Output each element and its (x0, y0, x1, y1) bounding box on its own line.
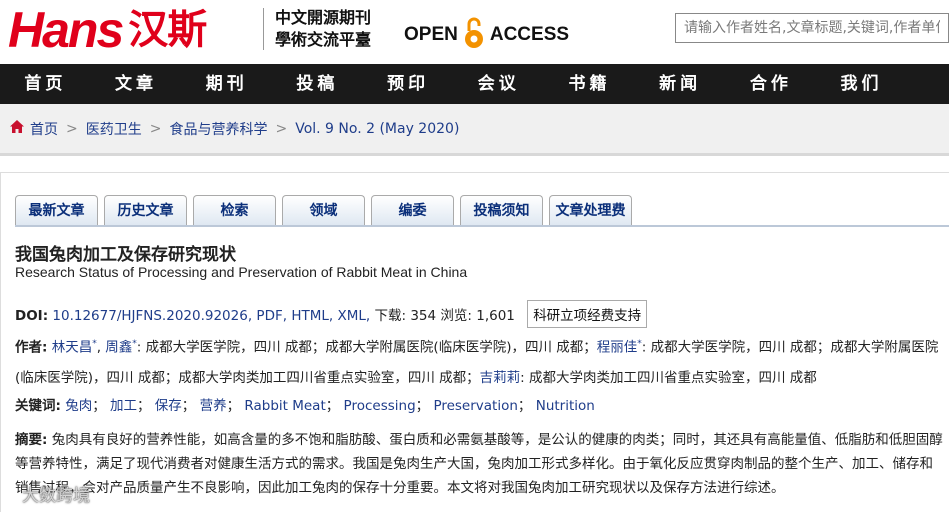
breadcrumb-medicine[interactable]: 医药卫生 (86, 119, 142, 139)
hans-logo[interactable]: Hans 汉斯 (8, 2, 207, 58)
nav-conference[interactable]: 会议 (453, 64, 544, 104)
keyword-link[interactable]: 保存 (155, 398, 182, 414)
access-label: ACCESS (489, 24, 570, 45)
doi-row: DOI: 10.12677/HJFNS.2020.92026, PDF, HTM… (15, 300, 648, 328)
open-lock-icon (464, 16, 484, 54)
keywords-row: 关键词: 兔肉； 加工； 保存； 营养； Rabbit Meat； Proces… (15, 398, 595, 414)
keyword-link[interactable]: 兔肉 (65, 398, 92, 414)
nav-preprint[interactable]: 预印 (363, 64, 454, 104)
keyword-link[interactable]: 营养 (200, 398, 227, 414)
author-separator: , (96, 339, 106, 356)
breadcrumb-issue[interactable]: Vol. 9 No. 2 (May 2020) (295, 121, 459, 137)
open-label: OPEN (404, 24, 458, 45)
tab-author-guidelines[interactable]: 投稿须知 (460, 195, 543, 225)
watermark: 大数跨境 (22, 486, 90, 506)
author-link[interactable]: 吉莉莉 (480, 370, 521, 386)
view-count: 浏览: 1,601 (440, 308, 515, 324)
tab-field[interactable]: 领域 (282, 195, 365, 225)
keyword-link[interactable]: Rabbit Meat (244, 398, 325, 414)
slogan-line2: 學術交流平臺 (275, 30, 372, 49)
download-count: 下载: 354 (374, 308, 437, 324)
tab-search[interactable]: 检索 (193, 195, 276, 225)
html-link[interactable]: HTML, (291, 308, 333, 324)
tab-editorial-board[interactable]: 编委 (371, 195, 454, 225)
keyword-link[interactable]: Preservation (433, 398, 517, 414)
tab-processing-charges[interactable]: 文章处理费 (549, 195, 632, 225)
doi-link[interactable]: 10.12677/HJFNS.2020.92026, (52, 308, 252, 324)
keyword-link[interactable]: Nutrition (536, 398, 595, 414)
author-affiliation: : 成都大学肉类加工四川省重点实验室，四川 成都 (520, 369, 817, 386)
abstract-text: 兔肉具有良好的营养性能，如高含量的多不饱和脂肪酸、蛋白质和必需氨基酸等，是公认的… (15, 432, 943, 496)
breadcrumb-separator: > (149, 120, 162, 137)
nav-articles[interactable]: 文章 (91, 64, 182, 104)
nav-about[interactable]: 我们 (816, 64, 907, 104)
logo-text: Hans (8, 2, 124, 58)
nav-books[interactable]: 书籍 (544, 64, 635, 104)
nav-home[interactable]: 首页 (0, 64, 91, 104)
abstract-label: 摘要: (15, 432, 48, 448)
nav-submit[interactable]: 投稿 (272, 64, 363, 104)
pdf-link[interactable]: PDF, (256, 308, 287, 324)
search-input[interactable] (675, 13, 949, 43)
journal-tabs: 最新文章 历史文章 检索 领域 编委 投稿须知 文章处理费 (15, 195, 638, 225)
author-link[interactable]: 周鑫 (105, 340, 132, 356)
abstract-block: 摘要: 兔肉具有良好的营养性能，如高含量的多不饱和脂肪酸、蛋白质和必需氨基酸等，… (15, 428, 945, 500)
main-nav: 首页 文章 期刊 投稿 预印 会议 书籍 新闻 合作 我们 (0, 64, 949, 104)
breadcrumb-separator: > (66, 120, 78, 137)
nav-journals[interactable]: 期刊 (181, 64, 272, 104)
keywords-label: 关键词: (15, 398, 61, 414)
doi-label: DOI: (15, 308, 49, 324)
site-header: Hans 汉斯 中文開源期刊 學術交流平臺 OPEN ACCESS (0, 0, 949, 64)
breadcrumb-separator: > (275, 120, 288, 137)
authors-label: 作者: (15, 339, 48, 356)
article-content: 最新文章 历史文章 检索 领域 编委 投稿须知 文章处理费 我国兔肉加工及保存研… (0, 172, 949, 512)
home-icon[interactable] (10, 120, 24, 137)
keyword-link[interactable]: 加工 (110, 398, 137, 414)
tab-latest-articles[interactable]: 最新文章 (15, 195, 98, 225)
authors-block: 作者: 林天昌*, 周鑫*: 成都大学医学院，四川 成都；成都大学附属医院(临床… (15, 329, 945, 393)
breadcrumb-home[interactable]: 首页 (30, 119, 58, 139)
author-link[interactable]: 林天昌 (52, 340, 93, 356)
fund-support-button[interactable]: 科研立项经费支持 (527, 300, 648, 328)
breadcrumb: 首页 > 医药卫生 > 食品与营养科学 > Vol. 9 No. 2 (May … (0, 104, 949, 156)
article-title-cn: 我国兔肉加工及保存研究现状 (15, 245, 236, 265)
breadcrumb-journal[interactable]: 食品与营养科学 (169, 119, 267, 139)
logo-divider (263, 8, 264, 50)
author-link[interactable]: 程丽佳 (597, 340, 638, 356)
author-affiliation: : 成都大学医学院，四川 成都；成都大学附属医院(临床医学院)，四川 成都； (136, 339, 597, 356)
article-title-en: Research Status of Processing and Preser… (15, 264, 468, 280)
logo-cn-text: 汉斯 (128, 7, 207, 53)
keyword-link[interactable]: Processing (344, 398, 416, 414)
xml-link[interactable]: XML, (337, 308, 370, 324)
nav-cooperation[interactable]: 合作 (726, 64, 817, 104)
slogan: 中文開源期刊 學術交流平臺 (275, 7, 371, 51)
slogan-line1: 中文開源期刊 (275, 8, 372, 27)
nav-news[interactable]: 新闻 (635, 64, 726, 104)
tabs-divider (15, 225, 949, 227)
open-access-badge: OPEN ACCESS (404, 16, 569, 54)
tab-past-articles[interactable]: 历史文章 (104, 195, 187, 225)
